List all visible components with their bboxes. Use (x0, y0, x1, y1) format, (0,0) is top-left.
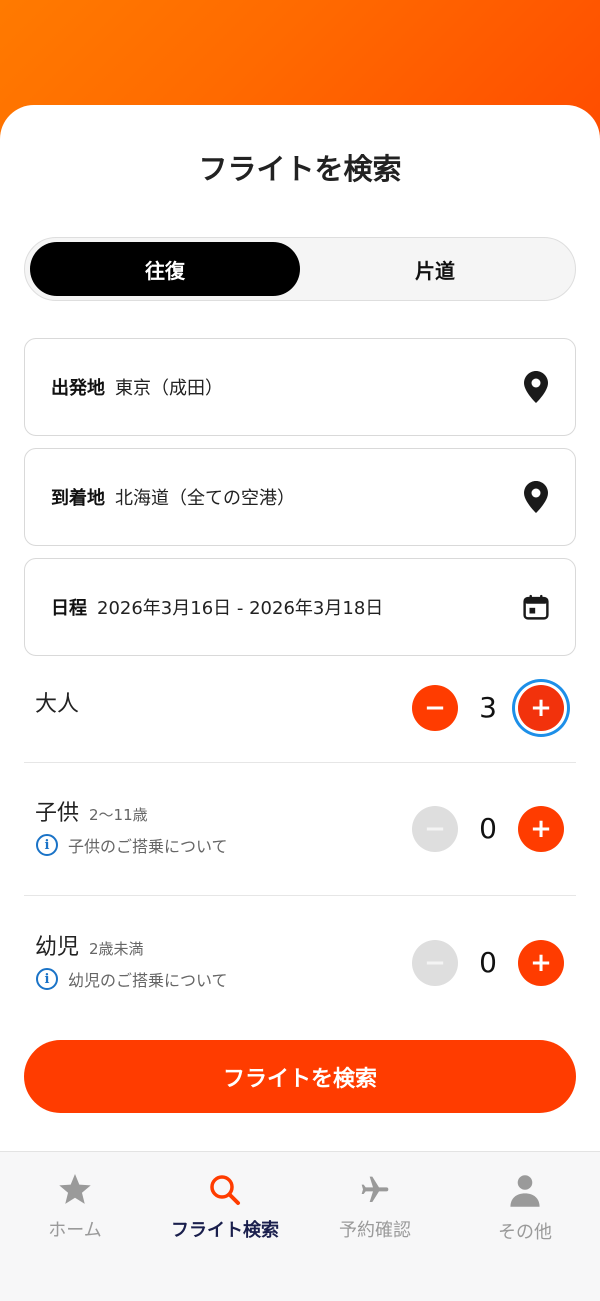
child-increment-button[interactable]: + (518, 806, 564, 852)
tab-flight-search[interactable]: フライト検索 (150, 1152, 300, 1262)
origin-field[interactable]: 出発地 東京（成田） (24, 338, 576, 436)
destination-label: 到着地 (51, 488, 105, 509)
bottom-tab-bar: ホーム フライト検索 予約確認 その他 (0, 1151, 600, 1301)
calendar-icon (523, 592, 549, 622)
infant-info-link[interactable]: i 幼児のご搭乗について (36, 967, 228, 991)
dates-value: 2026年3月16日 - 2026年3月18日 (97, 598, 384, 619)
infant-label: 幼児 (35, 935, 80, 960)
tab-home[interactable]: ホーム (0, 1152, 150, 1262)
infant-decrement-button[interactable]: − (412, 940, 458, 986)
search-icon (209, 1174, 241, 1210)
star-icon (58, 1174, 92, 1210)
infant-info-text: 幼児のご搭乗について (68, 971, 228, 990)
child-decrement-button[interactable]: − (412, 806, 458, 852)
adult-label: 大人 (35, 692, 80, 717)
child-label-group: 子供 2〜11歳 (35, 795, 148, 827)
info-icon: i (36, 834, 58, 856)
trip-type-toggle: 往復 片道 (24, 237, 576, 301)
location-pin-icon (523, 481, 549, 513)
info-icon: i (36, 968, 58, 990)
child-label: 子供 (35, 801, 80, 826)
destination-field[interactable]: 到着地 北海道（全ての空港） (24, 448, 576, 546)
page-title: フライトを検索 (198, 152, 402, 186)
person-icon (510, 1174, 540, 1212)
origin-value: 東京（成田） (115, 378, 223, 399)
adult-increment-button[interactable]: + (518, 685, 564, 731)
infant-count: 0 (479, 946, 497, 979)
destination-value: 北海道（全ての空港） (115, 488, 295, 509)
infant-increment-button[interactable]: + (518, 940, 564, 986)
tab-home-label: ホーム (48, 1220, 102, 1241)
origin-label: 出発地 (51, 378, 105, 399)
tab-flight-search-label: フライト検索 (171, 1220, 279, 1241)
tab-more[interactable]: その他 (450, 1152, 600, 1262)
search-flights-button[interactable]: フライトを検索 (24, 1040, 576, 1113)
airplane-icon (358, 1174, 392, 1210)
infant-label-group: 幼児 2歳未満 (35, 929, 144, 961)
round-trip-option[interactable]: 往復 (30, 242, 300, 296)
adult-count: 3 (479, 691, 497, 724)
one-way-option[interactable]: 片道 (300, 242, 570, 296)
divider (24, 895, 576, 896)
dates-label: 日程 (51, 598, 87, 619)
tab-booking[interactable]: 予約確認 (300, 1152, 450, 1262)
infant-age-range: 2歳未満 (89, 940, 144, 958)
dates-field[interactable]: 日程 2026年3月16日 - 2026年3月18日 (24, 558, 576, 656)
child-count: 0 (479, 812, 497, 845)
location-pin-icon (523, 371, 549, 403)
child-info-link[interactable]: i 子供のご搭乗について (36, 833, 228, 857)
child-info-text: 子供のご搭乗について (68, 837, 228, 856)
child-age-range: 2〜11歳 (89, 806, 148, 824)
tab-booking-label: 予約確認 (339, 1220, 411, 1241)
divider (24, 762, 576, 763)
adult-decrement-button[interactable]: − (412, 685, 458, 731)
tab-more-label: その他 (498, 1222, 552, 1243)
